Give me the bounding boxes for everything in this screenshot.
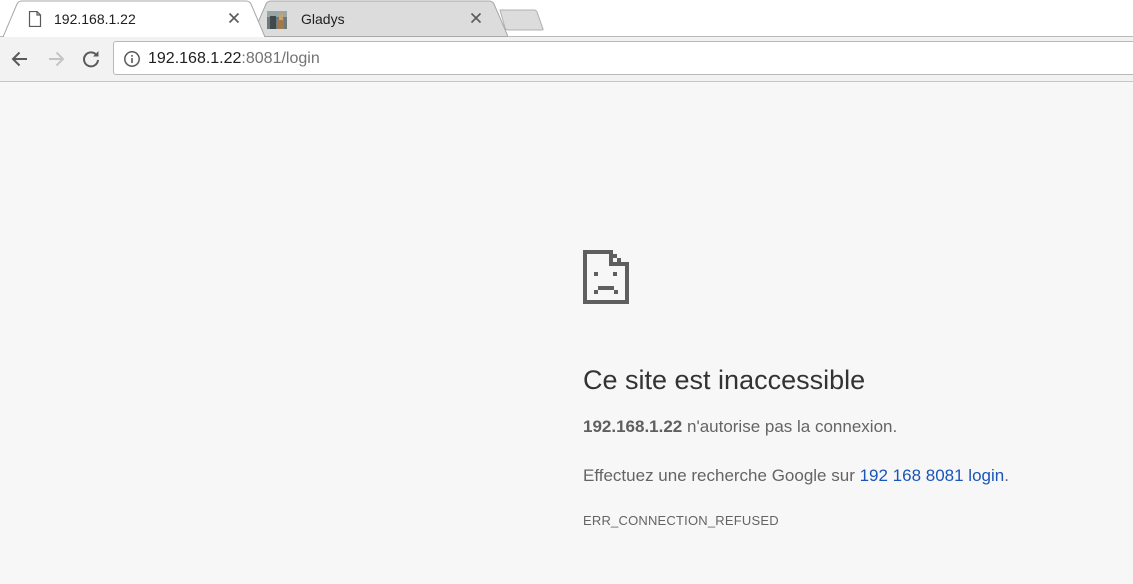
url-host: 192.168.1.22 — [148, 50, 242, 67]
arrow-right-icon — [49, 51, 65, 67]
tab-gladys[interactable]: Gladys — [252, 0, 508, 37]
reload-button[interactable] — [79, 47, 103, 71]
gladys-favicon-icon — [267, 10, 287, 29]
tab-active-ip[interactable]: 192.168.1.22 — [3, 0, 265, 38]
error-title: Ce site est inaccessible — [583, 365, 866, 395]
forward-button[interactable] — [44, 47, 68, 71]
page-icon — [28, 10, 44, 27]
suggestion-prefix: Effectuez une recherche Google sur — [583, 466, 860, 485]
error-host: 192.168.1.22 — [583, 417, 683, 436]
back-button[interactable] — [8, 47, 32, 71]
arrow-left-icon — [11, 51, 27, 67]
close-icon[interactable] — [227, 11, 241, 25]
error-page-content: Ce site est inaccessible 192.168.1.22 n'… — [583, 250, 1123, 528]
address-url[interactable]: 192.168.1.22:8081/login — [148, 50, 320, 68]
google-search-link[interactable]: 192 168 8081 login — [860, 466, 1005, 485]
tab-title: 192.168.1.22 — [54, 10, 136, 27]
error-description: 192.168.1.22 n'autorise pas la connexion… — [583, 416, 1123, 438]
tab-title: Gladys — [301, 10, 345, 27]
address-bar[interactable]: 192.168.1.22:8081/login — [113, 41, 1133, 75]
url-path: :8081/login — [241, 50, 320, 67]
close-icon[interactable] — [469, 11, 483, 25]
browser-toolbar: 192.168.1.22:8081/login — [0, 37, 1133, 82]
error-suggestion: Effectuez une recherche Google sur 192 1… — [583, 465, 1123, 487]
reload-icon — [83, 51, 99, 68]
info-icon[interactable] — [123, 50, 141, 68]
error-code: ERR_CONNECTION_REFUSED — [583, 513, 779, 528]
suggestion-suffix: . — [1004, 466, 1009, 485]
sad-page-icon — [583, 250, 629, 304]
error-description-text: n'autorise pas la connexion. — [682, 417, 898, 436]
tab-strip: Gladys 192.168.1.22 — [0, 0, 1133, 38]
new-tab-button[interactable] — [499, 9, 545, 31]
